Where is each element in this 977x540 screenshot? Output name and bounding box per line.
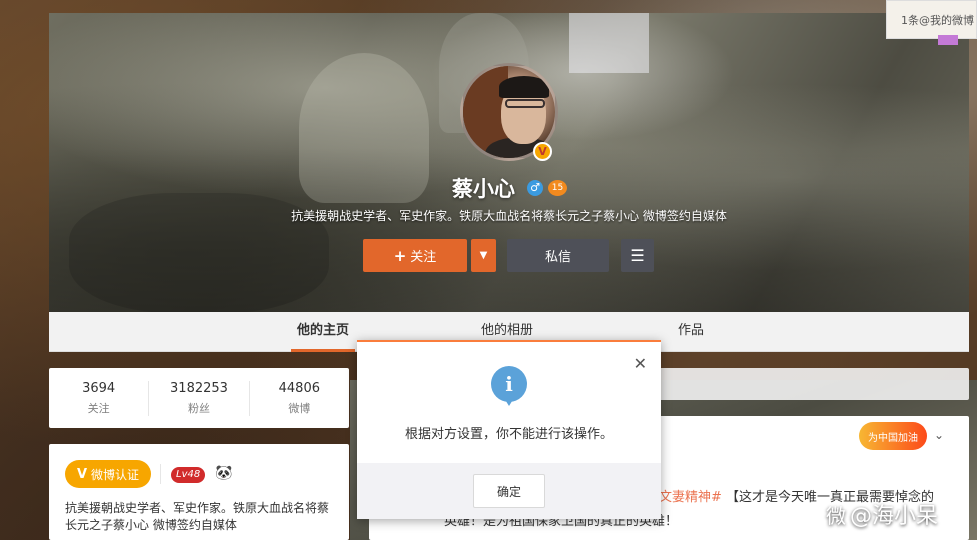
stat-followers[interactable]: 3182253 粉丝 (149, 380, 250, 416)
follow-dropdown-button[interactable]: ▼ (471, 239, 496, 272)
ok-button[interactable]: 确定 (473, 474, 545, 508)
close-icon[interactable]: ✕ (634, 354, 647, 373)
stat-posts[interactable]: 44806 微博 (250, 381, 349, 416)
profile-bio: 抗美援朝战史学者、军史作家。铁原大血战名将蔡长元之子蔡小心 微博签约自媒体 (291, 209, 727, 223)
verified-button[interactable]: V 微博认证 (65, 460, 151, 488)
hashtag-link[interactable]: 文妻精神# (659, 490, 722, 505)
alert-dialog: ✕ i 根据对方设置，你不能进行该操作。 确定 (357, 340, 661, 519)
male-icon: ♂ (527, 180, 543, 196)
stat-label: 粉丝 (187, 401, 210, 415)
follow-label: 关注 (410, 250, 437, 265)
level-icon: 15 (548, 180, 567, 196)
mention-notice[interactable]: 1条@我的微博 (886, 0, 977, 39)
verified-label: 微博认证 (91, 467, 140, 482)
stat-label: 微博 (288, 401, 311, 415)
info-icon-tail (504, 398, 514, 406)
panda-icon[interactable]: 🐼 (215, 465, 232, 481)
follow-button[interactable]: + 关注 (363, 239, 467, 272)
level-badge[interactable]: Lv48 (171, 467, 206, 483)
stat-following[interactable]: 3694 关注 (49, 380, 150, 416)
stats-card: 3694 关注 3182253 粉丝 44806 微博 (49, 368, 349, 428)
verified-v-icon: V (76, 466, 88, 482)
divider (160, 464, 161, 484)
weibo-logo-icon: 微 (826, 503, 846, 528)
info-description: 抗美援朝战史学者、军史作家。铁原大血战名将蔡长元之子蔡小心 微博签约自媒体 (65, 501, 330, 532)
notice-marker (938, 35, 958, 45)
watermark: 微 @海小呆 (826, 498, 938, 530)
campaign-badge[interactable]: 为中国加油 (859, 422, 927, 450)
message-button[interactable]: 私信 (507, 239, 609, 272)
dialog-message: 根据对方设置，你不能进行该操作。 (404, 427, 613, 442)
profile-name: 蔡小心 (452, 177, 515, 201)
stat-value: 3694 (82, 380, 116, 396)
stat-value: 44806 (278, 380, 320, 396)
more-menu-button[interactable]: ☰ (621, 239, 654, 272)
verified-badge-icon: V (533, 142, 552, 161)
dialog-footer: 确定 (357, 463, 661, 519)
info-icon: i (491, 366, 527, 402)
plus-icon: + (393, 246, 407, 265)
watermark-text: @海小呆 (850, 504, 939, 529)
info-card: V 微博认证 Lv48 🐼 抗美援朝战史学者、军史作家。铁原大血战名将蔡长元之子… (49, 444, 349, 540)
chevron-down-icon[interactable]: ⌄ (934, 428, 944, 442)
stat-value: 3182253 (170, 380, 228, 396)
stat-label: 关注 (87, 401, 110, 415)
tab-works[interactable]: 作品 (678, 312, 704, 352)
tab-home[interactable]: 他的主页 (291, 312, 356, 352)
